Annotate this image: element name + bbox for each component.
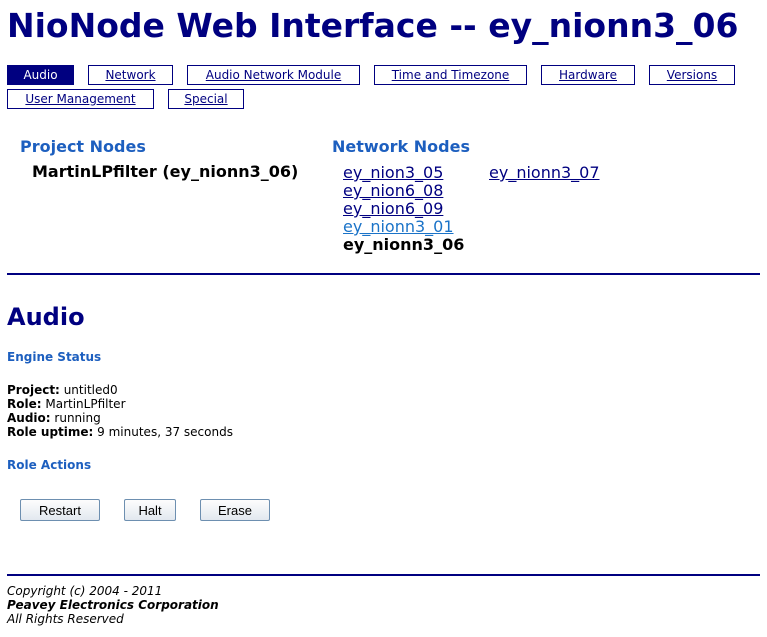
status-role-uptime: Role uptime: 9 minutes, 37 seconds <box>7 425 233 439</box>
network-node-current: ey_nionn3_06 <box>343 235 465 254</box>
project-nodes-heading: Project Nodes <box>20 137 146 156</box>
network-nodes-heading: Network Nodes <box>332 137 470 156</box>
tab-special[interactable]: Special <box>168 89 244 109</box>
status-project: Project: untitled0 <box>7 383 118 397</box>
tab-versions[interactable]: Versions <box>649 65 735 85</box>
status-project-value: untitled0 <box>63 383 118 397</box>
status-uptime-value: 9 minutes, 37 seconds <box>97 425 233 439</box>
footer-copyright: Copyright (c) 2004 - 2011 <box>7 584 163 598</box>
section-title: Audio <box>7 303 85 331</box>
tab-time-and-timezone[interactable]: Time and Timezone <box>374 65 527 85</box>
tab-audio-network-module[interactable]: Audio Network Module <box>187 65 360 85</box>
status-role-value: MartinLPfilter <box>45 397 126 411</box>
network-node-link[interactable]: ey_nion6_09 <box>343 199 443 218</box>
divider <box>7 273 760 275</box>
status-audio-label: Audio: <box>7 411 51 425</box>
status-uptime-label: Role uptime: <box>7 425 94 439</box>
status-project-label: Project: <box>7 383 60 397</box>
network-node-link[interactable]: ey_nionn3_01 <box>343 217 454 236</box>
status-audio-value: running <box>54 411 101 425</box>
tab-user-management[interactable]: User Management <box>7 89 154 109</box>
engine-status-heading: Engine Status <box>7 350 102 364</box>
role-actions-heading: Role Actions <box>7 458 92 472</box>
project-node-item: MartinLPfilter (ey_nionn3_06) <box>32 162 299 181</box>
page-title: NioNode Web Interface -- ey_nionn3_06 <box>7 6 739 45</box>
tab-audio[interactable]: Audio <box>7 65 74 85</box>
tab-network[interactable]: Network <box>88 65 173 85</box>
network-node-link[interactable]: ey_nionn3_07 <box>489 163 600 182</box>
footer-company: Peavey Electronics Corporation <box>7 598 219 612</box>
erase-button[interactable]: Erase <box>200 499 270 521</box>
status-role-label: Role: <box>7 397 42 411</box>
network-node-link[interactable]: ey_nion6_08 <box>343 181 443 200</box>
divider <box>7 574 760 576</box>
status-audio: Audio: running <box>7 411 101 425</box>
halt-button[interactable]: Halt <box>124 499 176 521</box>
restart-button[interactable]: Restart <box>20 499 100 521</box>
tab-hardware[interactable]: Hardware <box>541 65 635 85</box>
footer-rights: All Rights Reserved <box>7 612 124 626</box>
network-node-link[interactable]: ey_nion3_05 <box>343 163 443 182</box>
status-role: Role: MartinLPfilter <box>7 397 126 411</box>
